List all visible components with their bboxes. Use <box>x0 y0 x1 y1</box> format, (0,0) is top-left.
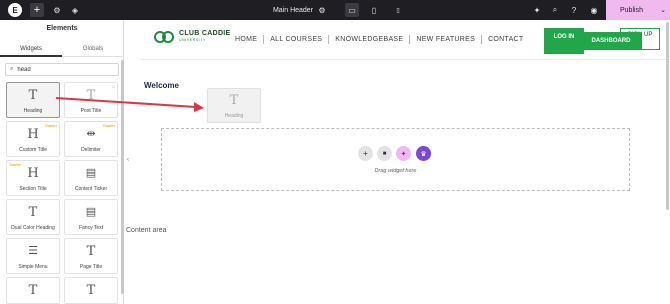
panel-title: Elements <box>46 25 78 32</box>
nav-all-courses[interactable]: ALL COURSES <box>270 36 322 43</box>
widget-heading[interactable]: T Heading <box>6 82 60 118</box>
add-section-button[interactable]: + <box>358 146 373 161</box>
widget-icon: T <box>28 283 38 298</box>
brand-name: CLUB CADDIE <box>179 30 231 37</box>
nav-divider <box>481 35 483 44</box>
ai-build-button[interactable]: ✦ <box>396 146 411 161</box>
template-library-button[interactable]: ■ <box>377 146 392 161</box>
widget-label: Post Title <box>80 108 102 114</box>
widget-custom-title[interactable]: Starter H Custom Title <box>6 121 60 157</box>
widget-search-input[interactable] <box>17 66 108 73</box>
widget-icon: T <box>86 283 96 298</box>
section-title-icon: H <box>27 166 39 181</box>
widget-partial[interactable]: T <box>64 277 118 304</box>
preview-icon[interactable]: ◉ <box>588 0 600 20</box>
widget-simple-menu[interactable]: ☰ Simple Menu <box>6 238 60 274</box>
widget-search-box[interactable]: ⌕ <box>5 63 119 76</box>
elementor-logo-icon[interactable]: E <box>8 3 22 17</box>
nav-home[interactable]: HOME <box>235 36 257 43</box>
widget-label: Fancy Text <box>78 225 104 231</box>
brand-subtitle: UNIVERSITY <box>179 38 207 42</box>
custom-title-icon: H <box>27 127 39 142</box>
desktop-view-icon[interactable]: ▭ <box>345 3 359 17</box>
mobile-view-icon[interactable]: ▯ <box>391 0 405 20</box>
widget-post-title[interactable]: ⌂ T Post Title <box>64 82 118 118</box>
drop-zone-hint: Drag widget here <box>374 168 417 174</box>
drop-zone[interactable]: + ■ ✦ ♛ Drag widget here <box>161 128 630 191</box>
nav-divider <box>409 35 411 44</box>
login-button[interactable]: LOG IN <box>544 28 584 54</box>
dual-color-heading-icon: T <box>28 205 38 220</box>
dashboard-button[interactable]: DASHBOARD <box>580 32 642 50</box>
widget-page-title[interactable]: T Page Title <box>64 238 118 274</box>
widget-fancy-text[interactable]: ▤ Fancy Text <box>64 199 118 235</box>
arrow-head <box>194 102 204 112</box>
search-icon: ⌕ <box>10 66 14 72</box>
widget-dual-color-heading[interactable]: T Dual Color Heading <box>6 199 60 235</box>
kit-library-button[interactable]: ♛ <box>416 146 431 161</box>
editor-topbar: E + ⚙ ◈ Main Header ⚙ ▭ ▯ ▯ ✦ ⌕ ? ◉ Publ… <box>0 0 670 20</box>
widget-label: Delimiter <box>81 147 101 153</box>
help-icon[interactable]: ? <box>568 0 580 20</box>
chevron-down-icon[interactable]: ⌄ <box>660 0 666 20</box>
tab-widgets[interactable]: Widgets <box>0 43 62 57</box>
heading-icon: T <box>229 93 239 108</box>
widget-content-ticker[interactable]: ▤ Content Ticker <box>64 160 118 196</box>
widget-label: Content Ticker <box>74 186 108 192</box>
widget-delimiter[interactable]: Starter ⇹ Delimiter <box>64 121 118 157</box>
page-title-icon: T <box>86 244 96 259</box>
welcome-heading[interactable]: Welcome <box>144 81 179 90</box>
dragged-heading-widget[interactable]: T Heading <box>207 88 261 123</box>
site-logo[interactable]: CLUB CADDIE UNIVERSITY <box>154 30 231 44</box>
widget-label: Heading <box>23 108 43 114</box>
structure-icon[interactable]: ◈ <box>70 0 80 20</box>
nav-divider <box>328 35 330 44</box>
widget-section-title[interactable]: Starter H Section Title <box>6 160 60 196</box>
simple-menu-icon: ☰ <box>28 244 38 257</box>
collapse-panel-icon[interactable]: ‹ <box>127 157 129 163</box>
nav-knowledgebase[interactable]: KNOWLEDGEBASE <box>335 36 403 43</box>
site-header[interactable]: CLUB CADDIE UNIVERSITY HOME ALL COURSES … <box>140 20 670 60</box>
nav-contact[interactable]: CONTACT <box>488 36 523 43</box>
widget-label: Page Title <box>79 264 103 270</box>
club-caddie-logo-icon <box>154 30 176 44</box>
ai-icon[interactable]: ✦ <box>531 0 543 20</box>
document-settings-icon[interactable]: ⚙ <box>316 0 328 20</box>
widget-partial[interactable]: T <box>6 277 60 304</box>
canvas-scrollbar[interactable] <box>666 22 669 210</box>
nav-new-features[interactable]: NEW FEATURES <box>416 36 475 43</box>
publish-button[interactable]: Publish ⌄ <box>606 0 670 20</box>
widget-label: Custom Title <box>19 147 47 153</box>
widget-label: Dual Color Heading <box>11 225 55 231</box>
panel-tabs: Widgets Globals <box>0 43 124 57</box>
widget-label: Simple Menu <box>18 264 48 270</box>
add-element-button[interactable]: + <box>30 3 44 17</box>
post-title-icon: T <box>86 88 96 103</box>
publish-label: Publish <box>620 6 643 14</box>
heading-icon: T <box>28 88 38 103</box>
tab-globals[interactable]: Globals <box>62 43 124 57</box>
search-icon[interactable]: ⌕ <box>549 0 561 20</box>
fancy-text-icon: ▤ <box>85 205 97 218</box>
tablet-view-icon[interactable]: ▯ <box>367 0 381 20</box>
content-ticker-icon: ▤ <box>85 166 97 179</box>
delimiter-icon: ⇹ <box>86 127 96 140</box>
content-area-label: Content area <box>126 227 167 234</box>
site-settings-icon[interactable]: ⚙ <box>52 0 62 20</box>
elements-panel: Elements Widgets Globals ⌕ T Heading ⌂ T… <box>0 20 124 304</box>
main-nav: HOME ALL COURSES KNOWLEDGEBASE NEW FEATU… <box>235 35 523 44</box>
panel-scrollbar[interactable] <box>121 60 124 294</box>
nav-divider <box>263 35 265 44</box>
widget-label: Section Title <box>19 186 47 192</box>
widget-label: Heading <box>224 113 244 119</box>
